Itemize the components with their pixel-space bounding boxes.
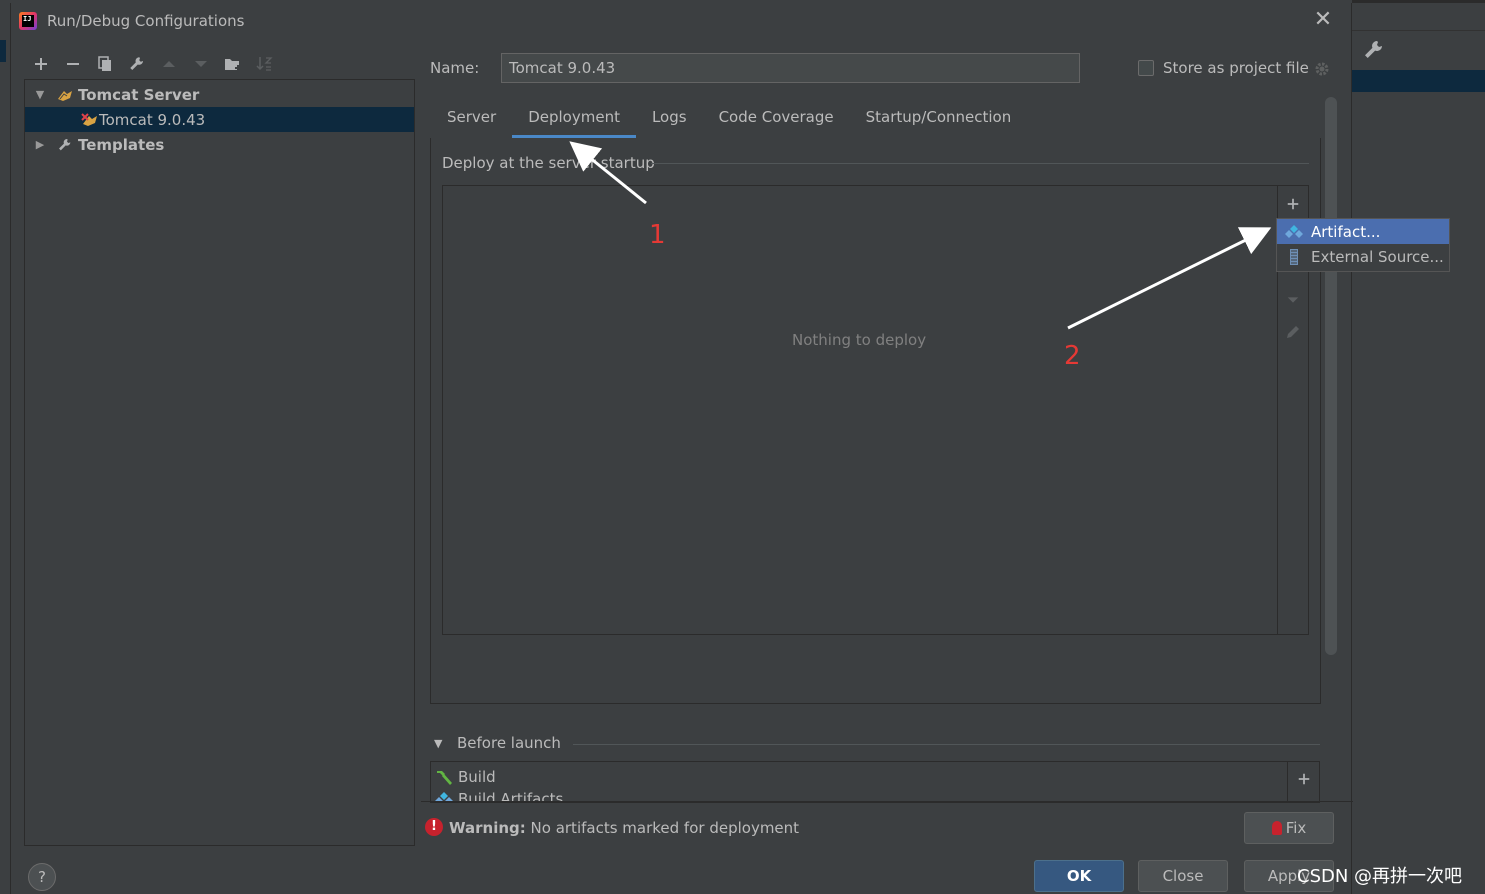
help-button[interactable]: ?	[28, 863, 56, 891]
popup-item-label: External Source...	[1311, 247, 1444, 266]
wrench-icon	[130, 57, 143, 70]
wrench-icon	[59, 138, 71, 150]
minus-icon	[67, 63, 79, 65]
copy-icon	[98, 56, 111, 71]
popup-item-artifact[interactable]: Artifact...	[1277, 219, 1449, 244]
edit-templates-button[interactable]	[121, 51, 153, 77]
warning-message: Warning: No artifacts marked for deploym…	[449, 819, 799, 837]
close-icon[interactable]: ✕	[1311, 9, 1335, 33]
bulb-icon	[1271, 821, 1282, 835]
chevron-down-icon[interactable]: ▼	[34, 88, 46, 101]
tab-logs[interactable]: Logs	[636, 98, 703, 138]
tab-server[interactable]: Server	[431, 98, 512, 138]
arrow-down-icon	[195, 61, 207, 67]
artifact-icon	[1285, 224, 1303, 238]
tab-startup-connection[interactable]: Startup/Connection	[850, 98, 1028, 138]
chevron-down-icon[interactable]: ▼	[434, 737, 442, 750]
add-config-button[interactable]	[25, 51, 57, 77]
arrow-up-icon	[163, 61, 175, 67]
plus-icon	[1287, 198, 1299, 210]
pencil-icon	[1287, 326, 1299, 338]
watermark: CSDN @再拼一次吧	[1297, 866, 1463, 887]
add-before-launch-button[interactable]	[1293, 768, 1315, 790]
before-launch-toolbar	[1288, 761, 1320, 803]
name-field[interactable]: Tomcat 9.0.43	[501, 53, 1080, 83]
annotation-number-2: 2	[1064, 341, 1081, 371]
edit-deploy-button[interactable]	[1282, 321, 1304, 343]
tree-item-label: Templates	[78, 135, 165, 154]
arrow-down-icon	[1287, 297, 1299, 303]
deploy-section-title: Deploy at the server startup	[442, 154, 655, 172]
annotation-number-1: 1	[649, 220, 666, 250]
popup-item-external-source[interactable]: External Source...	[1277, 244, 1449, 269]
sort-button[interactable]	[249, 51, 281, 77]
name-label: Name:	[430, 59, 480, 77]
move-down-button[interactable]	[185, 51, 217, 77]
remove-config-button[interactable]	[57, 51, 89, 77]
background-left-selection	[0, 40, 6, 62]
folder-add-icon	[225, 59, 241, 71]
background-ide-selection	[1352, 70, 1485, 92]
plus-icon	[1298, 773, 1310, 785]
title-bar: IJ Run/Debug Configurations ✕	[11, 3, 1353, 39]
intellij-icon: IJ	[19, 12, 37, 30]
background-left-edge	[0, 30, 10, 894]
tomcat-run-icon	[81, 112, 97, 126]
warning-text: No artifacts marked for deployment	[525, 819, 800, 837]
background-ide-separator	[1352, 30, 1485, 31]
deploy-list[interactable]	[442, 185, 1309, 635]
error-icon: !	[425, 818, 443, 836]
tree-item-label: Tomcat Server	[78, 85, 200, 104]
before-launch-item-build[interactable]: Build	[431, 766, 1287, 788]
fix-label: Fix	[1285, 819, 1307, 837]
config-toolbar	[25, 51, 281, 77]
wrench-icon[interactable]	[1362, 38, 1386, 62]
tomcat-icon	[58, 90, 72, 101]
tree-item-tomcat-server[interactable]: ▼ Tomcat Server	[25, 82, 414, 107]
plus-icon	[35, 58, 47, 70]
move-down-button[interactable]	[1282, 289, 1304, 311]
vertical-scrollbar[interactable]	[1325, 97, 1337, 655]
run-debug-dialog: IJ Run/Debug Configurations ✕ ▼ Tomcat S…	[10, 3, 1450, 894]
tab-deployment[interactable]: Deployment	[512, 98, 636, 138]
store-as-project-checkbox[interactable]	[1138, 60, 1154, 76]
new-folder-button[interactable]	[217, 51, 249, 77]
store-as-project-label[interactable]: Store as project file	[1163, 59, 1309, 77]
popup-item-label: Artifact...	[1311, 222, 1381, 241]
add-deploy-popup: Artifact... External Source...	[1276, 218, 1450, 272]
gear-icon[interactable]	[1313, 60, 1331, 78]
chevron-right-icon[interactable]: ▶	[34, 138, 46, 151]
config-tree: ▼ Tomcat Server Tomcat 9.0.43 ▶ Template…	[24, 79, 415, 846]
close-button[interactable]: Close	[1138, 860, 1228, 892]
tab-code-coverage[interactable]: Code Coverage	[703, 98, 850, 138]
background-ide-topline	[1352, 0, 1485, 3]
tree-item-tomcat-9-0-43[interactable]: Tomcat 9.0.43	[25, 107, 414, 132]
move-up-button[interactable]	[153, 51, 185, 77]
section-divider	[651, 163, 1309, 164]
config-tabs: Server Deployment Logs Code Coverage Sta…	[431, 98, 1027, 138]
hammer-icon	[437, 771, 452, 785]
tree-item-templates[interactable]: ▶ Templates	[25, 132, 414, 157]
background-ide	[1352, 0, 1485, 894]
external-source-icon	[1290, 248, 1298, 265]
fix-button[interactable]: Fix	[1244, 812, 1334, 844]
sort-icon	[256, 57, 273, 71]
warning-label: Warning:	[449, 819, 526, 837]
before-launch-title: Before launch	[457, 734, 561, 752]
before-launch-divider	[573, 744, 1320, 745]
tree-item-label: Tomcat 9.0.43	[99, 110, 206, 129]
window-title: Run/Debug Configurations	[47, 12, 245, 30]
before-launch-list[interactable]: Build Build Artifacts	[430, 761, 1288, 803]
footer-separator	[421, 801, 1353, 802]
add-deploy-button[interactable]	[1282, 193, 1304, 215]
empty-deploy-text: Nothing to deploy	[792, 331, 927, 349]
before-launch-label: Build	[458, 768, 496, 786]
copy-config-button[interactable]	[89, 51, 121, 77]
ok-button[interactable]: OK	[1034, 860, 1124, 892]
